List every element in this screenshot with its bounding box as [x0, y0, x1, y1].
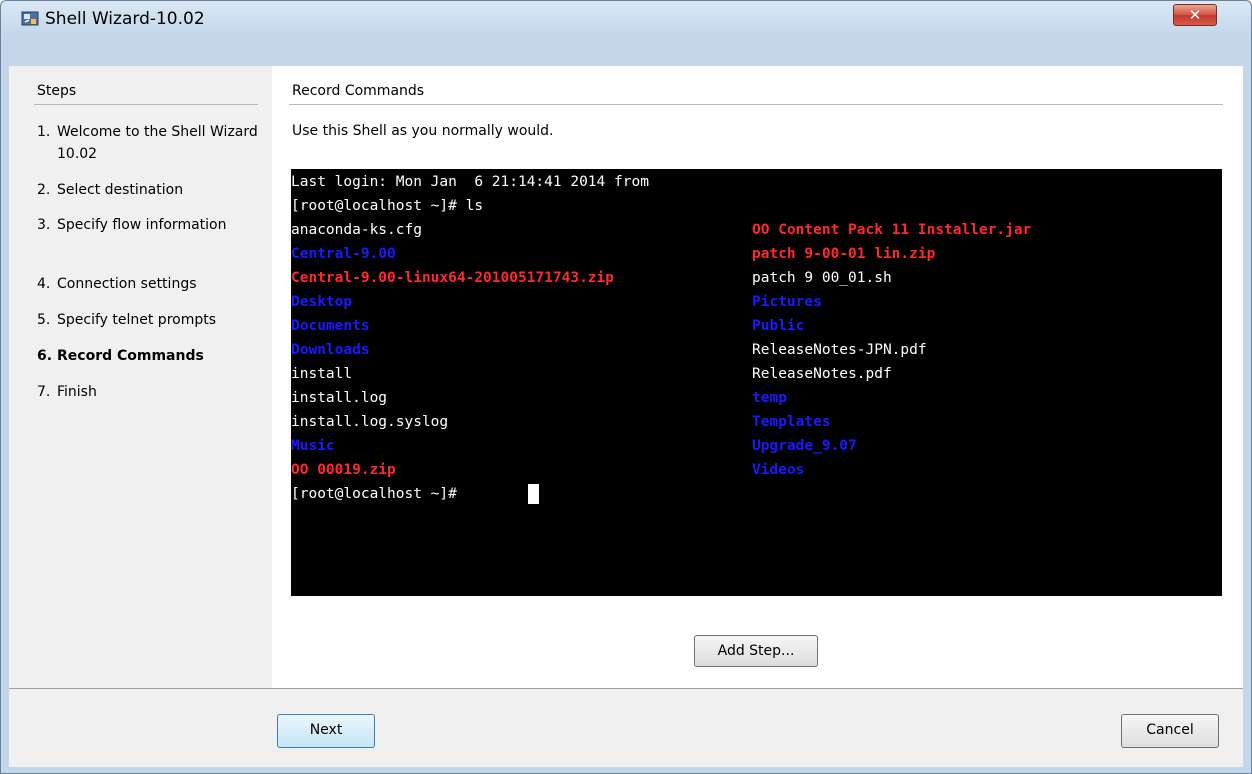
main-panel: Record Commands Use this Shell as you no…: [272, 66, 1243, 688]
wizard-window: Shell Wizard-10.02 ✕ Steps 1. Welcome to …: [0, 0, 1252, 774]
wizard-content: Steps 1. Welcome to the Shell Wizard 10.0…: [9, 66, 1243, 767]
header-divider: [289, 104, 1223, 105]
ls-entry: Central-9.00: [291, 246, 396, 262]
instruction-text: Use this Shell as you normally would.: [292, 123, 554, 139]
step-label: Connection settings: [57, 276, 197, 292]
shell-wizard-app-icon: [21, 11, 39, 26]
ls-entry: temp: [752, 390, 787, 406]
ls-entry: OO Content Pack 11 Installer.jar: [752, 222, 1032, 238]
ls-entry: OO 00019.zip: [291, 462, 396, 478]
ls-entry: Videos: [752, 462, 805, 478]
step-number: 6.: [37, 348, 53, 364]
ls-entry: patch 9-00-01 lin.zip: [752, 246, 936, 262]
terminal-line: Last login: Mon Jan 6 21:14:41 2014 from: [291, 174, 649, 190]
terminal-prompt: [root@localhost ~]#: [291, 486, 466, 502]
ls-entry: Central-9.00-linux64-201005171743.zip: [291, 270, 615, 286]
step-flow-information: 3. Specify flow information: [37, 214, 269, 236]
step-finish: 7. Finish: [37, 381, 269, 403]
ls-entry: anaconda-ks.cfg: [291, 222, 422, 238]
step-telnet-prompts: 5. Specify telnet prompts: [37, 309, 269, 331]
page-title: Record Commands: [292, 83, 425, 99]
shell-terminal[interactable]: Last login: Mon Jan 6 21:14:41 2014 from…: [291, 169, 1222, 596]
step-number: 4.: [37, 276, 51, 292]
ls-entry: install: [291, 366, 353, 382]
step-label: Select destination: [57, 182, 184, 198]
ls-entry: ReleaseNotes.pdf: [752, 366, 892, 382]
step-number: 3.: [37, 217, 51, 233]
step-label: Record Commands: [57, 348, 204, 364]
step-number: 5.: [37, 312, 51, 328]
ls-entry: patch 9 00_01.sh: [752, 270, 892, 286]
step-connection-settings: 4. Connection settings: [37, 273, 269, 295]
footer-divider: [9, 688, 1243, 689]
ls-entry: Pictures: [752, 294, 822, 310]
ls-entry: Public: [752, 318, 805, 334]
steps-sidebar: Steps 1. Welcome to the Shell Wizard 10.0…: [9, 66, 272, 688]
step-welcome: 1. Welcome to the Shell Wizard 10.02: [37, 121, 269, 165]
ls-entry: Templates: [752, 414, 831, 430]
ls-entry: install.log: [291, 390, 388, 406]
title-bar[interactable]: Shell Wizard-10.02 ✕: [1, 1, 1251, 37]
step-record-commands: 6. Record Commands: [37, 345, 269, 367]
ls-entry: Documents: [291, 318, 370, 334]
step-label: Specify telnet prompts: [57, 312, 217, 328]
step-label: Welcome to the Shell Wizard 10.02: [57, 124, 258, 162]
ls-entry: install.log.syslog: [291, 414, 449, 430]
window-title: Shell Wizard-10.02: [45, 9, 205, 29]
terminal-line: [root@localhost ~]# ls: [291, 198, 484, 214]
steps-divider: [34, 104, 258, 105]
ls-entry: Upgrade_9.07: [752, 438, 857, 454]
step-number: 7.: [37, 384, 51, 400]
step-label: Specify flow information: [57, 217, 227, 233]
ls-entry: Music: [291, 438, 335, 454]
step-label: Finish: [57, 384, 97, 400]
steps-heading: Steps: [37, 83, 77, 99]
next-button[interactable]: Next: [277, 714, 375, 748]
close-button[interactable]: ✕: [1173, 4, 1217, 26]
ls-entry: ReleaseNotes-JPN.pdf: [752, 342, 927, 358]
add-step-button[interactable]: Add Step...: [694, 635, 818, 667]
step-number: 1.: [37, 124, 51, 140]
step-select-destination: 2. Select destination: [37, 179, 269, 201]
ls-entry: Desktop: [291, 294, 353, 310]
terminal-cursor: [528, 484, 539, 504]
step-number: 2.: [37, 182, 51, 198]
close-icon: ✕: [1188, 6, 1202, 24]
cancel-button[interactable]: Cancel: [1121, 714, 1219, 748]
ls-entry: Downloads: [291, 342, 370, 358]
